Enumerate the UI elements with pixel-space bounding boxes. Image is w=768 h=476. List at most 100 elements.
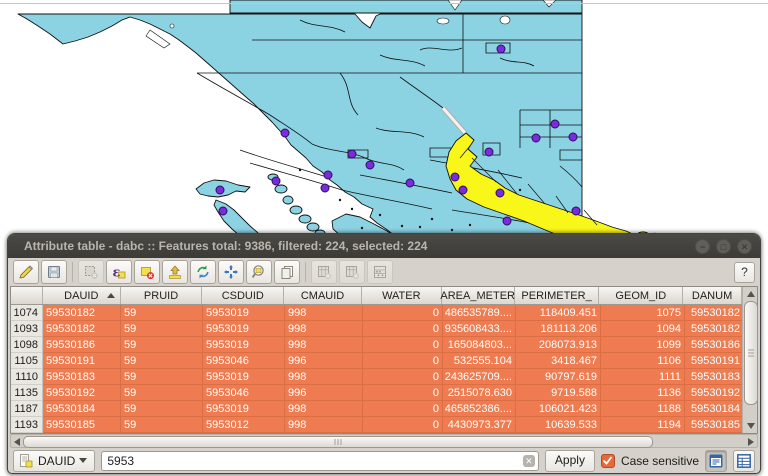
field-calculator-button[interactable] (367, 260, 393, 284)
row-number[interactable]: 1098 (11, 337, 43, 353)
table-cell[interactable]: 181113.206 (516, 321, 601, 337)
row-number[interactable]: 1105 (11, 353, 43, 369)
table-cell[interactable]: 0 (363, 353, 443, 369)
horizontal-scrollbar[interactable] (10, 434, 758, 448)
table-cell[interactable]: 1099 (601, 337, 685, 353)
table-row[interactable]: 1105 59530191 59 5953046 996 0 532555.104 3418.… (11, 353, 742, 369)
unselect-all-button[interactable] (78, 260, 104, 284)
clear-filter-icon[interactable]: ✕ (522, 454, 535, 467)
table-cell[interactable]: 59 (121, 401, 203, 417)
table-cell[interactable]: 486535789.... (443, 305, 516, 321)
table-cell[interactable]: 998 (285, 305, 363, 321)
map-canvas[interactable] (0, 0, 768, 236)
table-cell[interactable]: 59530185 (685, 417, 742, 433)
table-cell[interactable]: 165084803... (443, 337, 516, 353)
table-cell[interactable]: 59 (121, 321, 203, 337)
select-by-expression-button[interactable]: ε (106, 260, 132, 284)
filter-field-dropdown[interactable]: DAUID (13, 449, 96, 472)
row-number[interactable]: 1135 (11, 385, 43, 401)
table-cell[interactable]: 5953019 (203, 401, 285, 417)
table-cell[interactable]: 5953046 (203, 353, 285, 369)
table-cell[interactable]: 59530186 (43, 337, 121, 353)
table-row[interactable]: 1193 59530185 59 5953012 998 0 4430973.377 1063… (11, 417, 742, 433)
table-cell[interactable]: 1106 (601, 353, 685, 369)
table-cell[interactable]: 59530182 (685, 321, 742, 337)
table-cell[interactable]: 59 (121, 385, 203, 401)
table-cell[interactable]: 59530191 (685, 353, 742, 369)
table-cell[interactable]: 9719.588 (516, 385, 601, 401)
copy-selected-rows-button[interactable] (274, 260, 300, 284)
table-cell[interactable]: 996 (285, 353, 363, 369)
table-cell[interactable]: 5953019 (203, 321, 285, 337)
table-cell[interactable]: 0 (363, 369, 443, 385)
zoom-to-selected-button[interactable] (246, 260, 272, 284)
column-header-csduid[interactable]: CSDUID (202, 287, 285, 304)
help-button[interactable]: ? (734, 261, 755, 283)
row-number[interactable]: 1193 (11, 417, 43, 433)
table-cell[interactable]: 998 (285, 401, 363, 417)
table-cell[interactable]: 0 (363, 337, 443, 353)
table-cell[interactable]: 106021.423 (516, 401, 601, 417)
table-cell[interactable]: 5953019 (203, 305, 285, 321)
table-cell[interactable]: 998 (285, 337, 363, 353)
table-cell[interactable]: 10639.533 (516, 417, 601, 433)
table-cell[interactable]: 1111 (601, 369, 685, 385)
table-cell[interactable]: 532555.104 (443, 353, 516, 369)
scroll-down-arrow-icon[interactable] (747, 423, 755, 429)
table-cell[interactable]: 59 (121, 417, 203, 433)
table-cell[interactable]: 998 (285, 321, 363, 337)
table-row[interactable]: 1098 59530186 59 5953019 998 0 165084803... 208… (11, 337, 742, 353)
table-cell[interactable]: 0 (363, 385, 443, 401)
table-cell[interactable]: 59530182 (43, 305, 121, 321)
vertical-scrollbar-thumb[interactable] (744, 301, 758, 405)
invert-selection-button[interactable] (190, 260, 216, 284)
vertical-scrollbar[interactable] (742, 287, 758, 433)
table-cell[interactable]: 59530191 (43, 353, 121, 369)
pan-to-selected-button[interactable] (218, 260, 244, 284)
table-cell[interactable]: 208073.913 (516, 337, 601, 353)
table-cell[interactable]: 998 (285, 369, 363, 385)
table-row[interactable]: 1135 59530192 59 5953046 996 0 2515078.630 9719… (11, 385, 742, 401)
table-cell[interactable]: 59530186 (685, 337, 742, 353)
table-cell[interactable]: 0 (363, 417, 443, 433)
apply-button[interactable]: Apply (544, 449, 595, 472)
column-header-dauid[interactable]: DAUID (43, 287, 121, 304)
table-cell[interactable]: 59530192 (685, 385, 742, 401)
table-cell[interactable]: 4430973.377 (443, 417, 516, 433)
table-cell[interactable]: 59530184 (43, 401, 121, 417)
delete-column-button[interactable] (311, 260, 337, 284)
filter-input[interactable] (101, 450, 539, 471)
row-number[interactable]: 1093 (11, 321, 43, 337)
table-cell[interactable]: 243625709.... (443, 369, 516, 385)
column-header-pruid[interactable]: PRUID (121, 287, 203, 304)
table-cell[interactable]: 118409.451 (516, 305, 601, 321)
new-column-button[interactable] (339, 260, 365, 284)
table-row[interactable]: 1074 59530182 59 5953019 998 0 486535789.... 11… (11, 305, 742, 321)
table-cell[interactable]: 0 (363, 305, 443, 321)
column-header-perimeter_[interactable]: PERIMETER_ (515, 287, 600, 304)
table-cell[interactable]: 59530182 (43, 321, 121, 337)
table-cell[interactable]: 996 (285, 385, 363, 401)
table-cell[interactable]: 465852386.... (443, 401, 516, 417)
move-selection-to-top-button[interactable] (162, 260, 188, 284)
table-cell[interactable]: 3418.467 (516, 353, 601, 369)
row-number[interactable]: 1187 (11, 401, 43, 417)
table-row[interactable]: 1187 59530184 59 5953019 998 0 465852386.... 10… (11, 401, 742, 417)
table-cell[interactable]: 5953019 (203, 369, 285, 385)
table-cell[interactable]: 59530192 (43, 385, 121, 401)
toggle-editing-button[interactable] (13, 260, 39, 284)
column-header-cmauid[interactable]: CMAUID (284, 287, 362, 304)
table-cell[interactable]: 59 (121, 353, 203, 369)
table-row[interactable]: 1093 59530182 59 5953019 998 0 935608433.... 18… (11, 321, 742, 337)
column-header-geom_id[interactable]: GEOM_ID (599, 287, 684, 304)
deselect-all-button[interactable] (134, 260, 160, 284)
table-cell[interactable]: 5953012 (203, 417, 285, 433)
row-number[interactable]: 1110 (11, 369, 43, 385)
table-cell[interactable]: 59530184 (685, 401, 742, 417)
scroll-up-arrow-icon[interactable] (747, 291, 755, 297)
scroll-left-arrow-icon[interactable] (14, 438, 20, 446)
minimize-button[interactable]: − (695, 238, 710, 254)
switch-to-table-view-button[interactable] (733, 449, 755, 472)
table-cell[interactable]: 90797.619 (516, 369, 601, 385)
table-cell[interactable]: 1075 (601, 305, 685, 321)
